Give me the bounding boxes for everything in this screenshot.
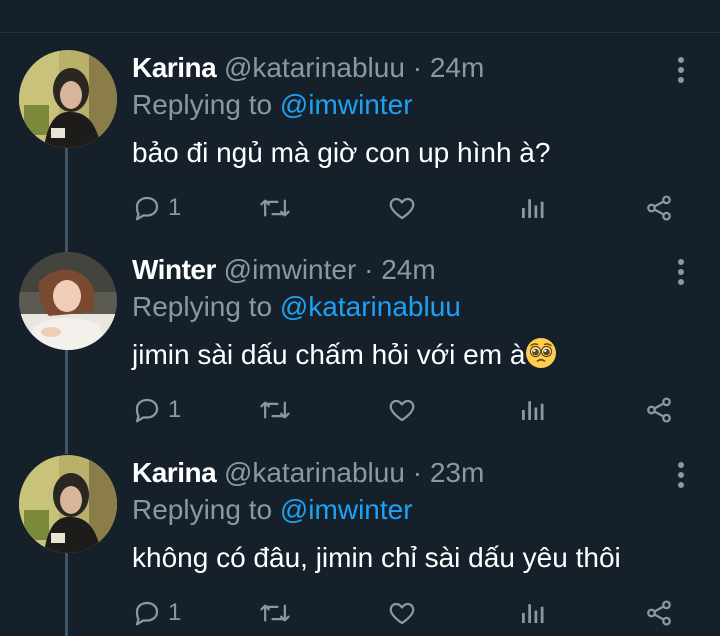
reply-icon: [135, 398, 159, 423]
replying-to-label: Replying to: [132, 89, 273, 120]
replying-to: Replying to @imwinter: [132, 87, 413, 123]
retweet-button[interactable]: [259, 390, 291, 430]
replying-to-mention[interactable]: @imwinter: [280, 494, 413, 525]
share-icon: [647, 397, 671, 423]
reply-count: 1: [168, 599, 182, 626]
share-button[interactable]: [644, 188, 674, 228]
share-button[interactable]: [644, 593, 674, 633]
more-icon: [678, 462, 684, 488]
analytics-button[interactable]: [517, 390, 547, 430]
like-button[interactable]: [387, 593, 417, 633]
replying-to-mention[interactable]: @katarinabluu: [280, 291, 461, 322]
like-icon: [389, 399, 415, 422]
replying-to: Replying to @imwinter: [132, 492, 413, 528]
share-icon: [647, 600, 671, 626]
analytics-icon: [522, 199, 544, 218]
like-button[interactable]: [387, 188, 417, 228]
retweet-button[interactable]: [259, 188, 291, 228]
separator-dot: ·: [412, 457, 423, 488]
tweet-header: Karina @katarinabluu · 23m: [132, 455, 484, 491]
tweet-3[interactable]: Karina @katarinabluu · 23m Replying to @…: [0, 438, 720, 636]
more-icon: [678, 259, 684, 285]
retweet-button[interactable]: [259, 593, 291, 633]
retweet-icon: [260, 401, 290, 419]
timestamp[interactable]: 24m: [430, 52, 484, 83]
avatar-karina[interactable]: [19, 455, 117, 553]
more-options-button[interactable]: [672, 55, 690, 85]
replying-to-label: Replying to: [132, 494, 273, 525]
tweet-1[interactable]: Karina @katarinabluu · 24m Replying to @…: [0, 33, 720, 235]
reply-count: 1: [168, 396, 182, 423]
reply-button[interactable]: 1: [132, 593, 181, 633]
avatar-winter[interactable]: [19, 252, 117, 350]
analytics-icon: [522, 604, 544, 623]
like-icon: [389, 602, 415, 625]
pleading-face-emoji: [526, 338, 557, 368]
replying-to-label: Replying to: [132, 291, 273, 322]
reply-icon: [135, 196, 159, 221]
timestamp[interactable]: 24m: [381, 254, 435, 285]
separator-dot: ·: [364, 254, 374, 285]
tweet-header: Karina @katarinabluu · 24m: [132, 50, 484, 86]
more-options-button[interactable]: [672, 460, 690, 490]
analytics-button[interactable]: [517, 593, 547, 633]
timestamp[interactable]: 23m: [430, 457, 484, 488]
share-button[interactable]: [644, 390, 674, 430]
reply-icon: [135, 601, 159, 626]
tweet-actions: 1: [132, 390, 692, 430]
separator-dot: ·: [412, 52, 423, 83]
tweet-text: bảo đi ngủ mà giờ con up hình à?: [132, 133, 550, 173]
author-handle[interactable]: @imwinter: [224, 254, 357, 285]
tweet-text: jimin sài dấu chấm hỏi với em à: [132, 335, 557, 375]
more-icon: [678, 57, 684, 83]
author-handle[interactable]: @katarinabluu: [224, 52, 405, 83]
thread-view: Karina @katarinabluu · 24m Replying to @…: [0, 0, 720, 636]
more-options-button[interactable]: [672, 257, 690, 287]
reply-button[interactable]: 1: [132, 188, 181, 228]
replying-to: Replying to @katarinabluu: [132, 289, 461, 325]
author-name[interactable]: Karina: [132, 52, 217, 83]
retweet-icon: [260, 199, 290, 217]
analytics-icon: [522, 401, 544, 420]
tweet-text: không có đâu, jimin chỉ sài dấu yêu thôi: [132, 538, 621, 578]
tweet-actions: 1: [132, 593, 692, 633]
avatar-karina[interactable]: [19, 50, 117, 148]
tweet-header: Winter @imwinter · 24m: [132, 252, 436, 288]
like-icon: [389, 197, 415, 220]
reply-count: 1: [168, 194, 182, 221]
author-handle[interactable]: @katarinabluu: [224, 457, 405, 488]
replying-to-mention[interactable]: @imwinter: [280, 89, 413, 120]
tweet-text-content: jimin sài dấu chấm hỏi với em à: [132, 339, 526, 370]
tweet-2[interactable]: Winter @imwinter · 24m Replying to @kata…: [0, 235, 720, 437]
like-button[interactable]: [387, 390, 417, 430]
author-name[interactable]: Karina: [132, 457, 217, 488]
analytics-button[interactable]: [517, 188, 547, 228]
tweet-text-content: không có đâu, jimin chỉ sài dấu yêu thôi: [132, 542, 621, 573]
author-name[interactable]: Winter: [132, 254, 216, 285]
share-icon: [647, 195, 671, 221]
retweet-icon: [260, 604, 290, 622]
reply-button[interactable]: 1: [132, 390, 181, 430]
tweet-text-content: bảo đi ngủ mà giờ con up hình à?: [132, 137, 551, 168]
tweet-actions: 1: [132, 188, 692, 228]
